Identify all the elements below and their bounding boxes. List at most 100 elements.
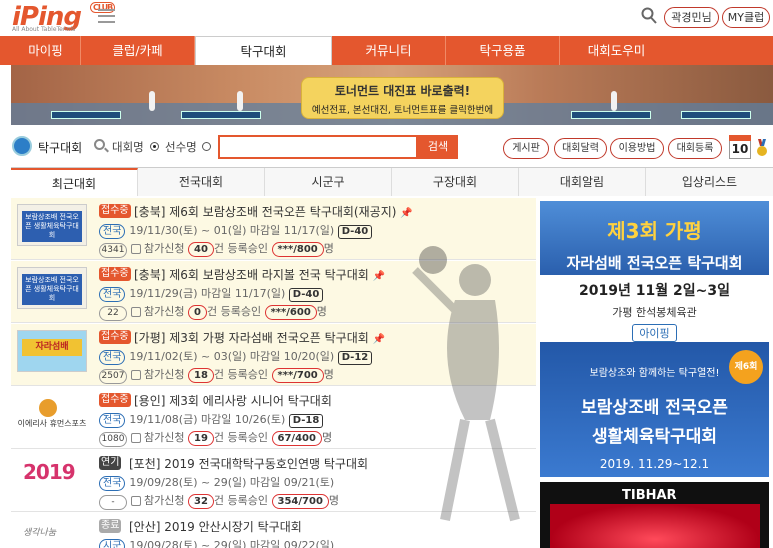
tab-alert[interactable]: 대회알림	[519, 168, 646, 196]
radio-player-name[interactable]	[202, 142, 211, 151]
dates-text: 19/11/02(토) ~ 03(일) 마감일 10/20(일)	[129, 350, 335, 363]
banner-player	[149, 91, 155, 111]
main-nav: 마이핑 클럽/카페 탁구대회 커뮤니티 탁구용품 대회도우미	[0, 36, 773, 65]
stats-line: 1080 참가신청 19 건 등록승인 67/400 명	[99, 429, 332, 447]
tab-winners[interactable]: 입상리스트	[646, 168, 773, 196]
ad-gapyeong[interactable]: 제3회 가평 자라섬배 전국오픈 탁구대회 2019년 11월 2일~3일 가평…	[540, 201, 769, 342]
nav-item-community[interactable]: 커뮤니티	[332, 36, 446, 65]
medal-icon[interactable]	[756, 139, 768, 157]
ad-brand: 아이핑	[632, 324, 677, 342]
pingpong-ball-icon	[12, 136, 32, 156]
tournament-title[interactable]: [충북] 제6회 보람상조배 라지볼 전국 탁구대회 📌	[134, 266, 385, 283]
ad-boramsangjo[interactable]: 제6회 보람상조와 함께하는 탁구열전! 보람상조배 전국오픈 생활체육탁구대회…	[540, 342, 769, 477]
pencil-icon	[131, 496, 141, 506]
list-item[interactable]: 생각나눔 종료 [안산] 2019 안산시장기 탁구대회 시군 19/09/28(…	[11, 513, 536, 548]
thumbnail-text: 생각나눔	[23, 528, 57, 538]
howto-button[interactable]: 이용방법	[610, 138, 664, 159]
apply-unit: 건	[206, 305, 218, 318]
tournament-title[interactable]: [가평] 제3회 가평 자라섬배 전국오픈 탁구대회 📌	[134, 329, 385, 346]
approve-label: 등록승인	[220, 305, 262, 318]
view-count: 1080	[99, 432, 127, 447]
title-text: [안산] 2019 안산시장기 탁구대회	[129, 520, 302, 534]
search-icon	[94, 139, 105, 150]
nav-item-myping[interactable]: 마이핑	[11, 36, 81, 65]
nav-item-goods[interactable]: 탁구용품	[446, 36, 560, 65]
status-badge: 접수중	[99, 267, 131, 281]
apply-unit: 건	[213, 494, 225, 507]
myclub-button[interactable]: MY클럽	[722, 7, 770, 28]
tournament-list: 보람상조배 전국오픈 생활체육탁구대회 접수중 [충북] 제6회 보람상조배 전…	[11, 198, 536, 548]
tab-city[interactable]: 시군구	[265, 168, 392, 196]
tournament-thumbnail[interactable]: 생각나눔	[17, 519, 87, 548]
ad-brand: TIBHAR	[622, 488, 677, 503]
tab-national[interactable]: 전국대회	[138, 168, 265, 196]
thumbnail-text: 보람상조배 전국오픈 생활체육탁구대회	[22, 211, 82, 242]
tournament-title[interactable]: [포천] 2019 전국대학탁구동호인연맹 탁구대회	[129, 455, 368, 472]
ad-subtitle: 생활체육탁구대회	[591, 427, 718, 447]
approve-count: ***/600	[264, 305, 317, 320]
tournament-thumbnail[interactable]: 자라섬배	[17, 330, 87, 372]
banner-table	[181, 111, 261, 119]
nav-item-tournament[interactable]: 탁구대회	[195, 36, 332, 65]
pencil-icon	[131, 244, 141, 254]
count-unit: 명	[328, 494, 340, 507]
promo-banner[interactable]: 토너먼트 대진표 바로출력! 예선전표, 본선대진, 토너먼트표를 클릭한번에	[11, 65, 773, 125]
ad-date: 2019. 11.29~12.1	[599, 457, 710, 471]
date-line: 전국 19/11/02(토) ~ 03(일) 마감일 10/20(일) D-12	[99, 348, 373, 365]
list-item[interactable]: 자라섬배 접수중 [가평] 제3회 가평 자라섬배 전국오픈 탁구대회 📌 전국…	[11, 324, 536, 386]
search-bar: 탁구대회 대회명 선수명 검색 게시판 대회달력 이용방법 대회등록 10	[0, 128, 773, 164]
count-unit: 명	[316, 305, 327, 318]
tournament-thumbnail[interactable]: 2019	[17, 456, 87, 498]
search-button[interactable]: 검색	[418, 135, 458, 159]
dday-badge: D-40	[288, 288, 324, 302]
status-badge: 종료	[99, 519, 122, 533]
thumbnail-logo	[39, 399, 57, 417]
search-icon[interactable]	[641, 7, 657, 25]
list-item[interactable]: 보람상조배 전국오픈 생활체육탁구대회 접수중 [충북] 제6회 보람상조배 라…	[11, 261, 536, 323]
ad-tibhar[interactable]: TIBHAR	[540, 482, 769, 548]
apply-count: 32	[187, 494, 214, 509]
user-button[interactable]: 곽경민님	[664, 7, 719, 28]
register-button[interactable]: 대회등록	[668, 138, 722, 159]
ad-subtitle: 자라섬배 전국오픈 탁구대회	[566, 254, 743, 272]
approve-count: ***/800	[271, 242, 324, 257]
ad-venue: 가평 한석봉체육관	[612, 306, 697, 319]
tournament-thumbnail[interactable]: 보람상조배 전국오픈 생활체육탁구대회	[17, 267, 87, 309]
tab-gym[interactable]: 구장대회	[392, 168, 519, 196]
approve-count: ***/700	[271, 368, 324, 383]
board-button[interactable]: 게시판	[503, 138, 549, 159]
apply-label: 참가신청	[144, 242, 185, 255]
tournament-title[interactable]: [충북] 제6회 보람상조배 전국오픈 탁구대회(재공지) 📌	[134, 203, 413, 220]
pin-icon: 📌	[372, 334, 386, 345]
banner-callout[interactable]: 토너먼트 대진표 바로출력! 예선전표, 본선대진, 토너먼트표를 클릭한번에	[301, 77, 504, 119]
view-count: 4341	[99, 243, 127, 258]
thumbnail-text: 보람상조배 전국오픈 생활체육탁구대회	[22, 274, 82, 305]
nav-item-club[interactable]: 클럽/카페	[81, 36, 195, 65]
scope-tag: 전국	[99, 224, 126, 239]
title-text: [용인] 제3회 에리사랑 시니어 탁구대회	[134, 394, 332, 408]
stats-line: 2507 참가신청 18 건 등록승인 ***/700 명	[99, 366, 334, 384]
apply-count: 19	[187, 431, 214, 446]
dates-text: 19/09/28(토) ~ 29(일) 마감일 09/22(일)	[129, 539, 335, 548]
list-item[interactable]: 보람상조배 전국오픈 생활체육탁구대회 접수중 [충북] 제6회 보람상조배 전…	[11, 198, 536, 260]
tab-recent[interactable]: 최근대회	[11, 168, 138, 196]
calendar-button[interactable]: 대회달력	[554, 138, 607, 159]
tournament-title[interactable]: [용인] 제3회 에리사랑 시니어 탁구대회	[134, 392, 332, 409]
search-input[interactable]	[218, 135, 418, 159]
tournament-thumbnail[interactable]: 이에리사 휴먼스포츠	[17, 393, 87, 435]
radio-tournament-name[interactable]	[150, 142, 159, 151]
dates-text: 19/11/29(금) 마감일 11/17(일)	[129, 287, 286, 300]
logo-subtitle: All About TableTennis	[12, 26, 76, 33]
approve-label: 등록승인	[227, 494, 269, 507]
list-item[interactable]: 이에리사 휴먼스포츠 접수중 [용인] 제3회 에리사랑 시니어 탁구대회 전국…	[11, 387, 536, 449]
count-unit: 명	[323, 368, 334, 381]
banner-table	[681, 111, 751, 119]
calendar-icon[interactable]: 10	[729, 135, 751, 159]
menu-icon[interactable]	[98, 9, 115, 23]
list-item[interactable]: 2019 연기 [포천] 2019 전국대학탁구동호인연맹 탁구대회 전국 19/…	[11, 450, 536, 512]
count-unit: 명	[323, 242, 334, 255]
nav-item-helper[interactable]: 대회도우미	[560, 36, 673, 65]
tournament-title[interactable]: [안산] 2019 안산시장기 탁구대회	[129, 518, 302, 535]
tournament-thumbnail[interactable]: 보람상조배 전국오픈 생활체육탁구대회	[17, 204, 87, 246]
pin-icon: 📌	[400, 208, 413, 219]
